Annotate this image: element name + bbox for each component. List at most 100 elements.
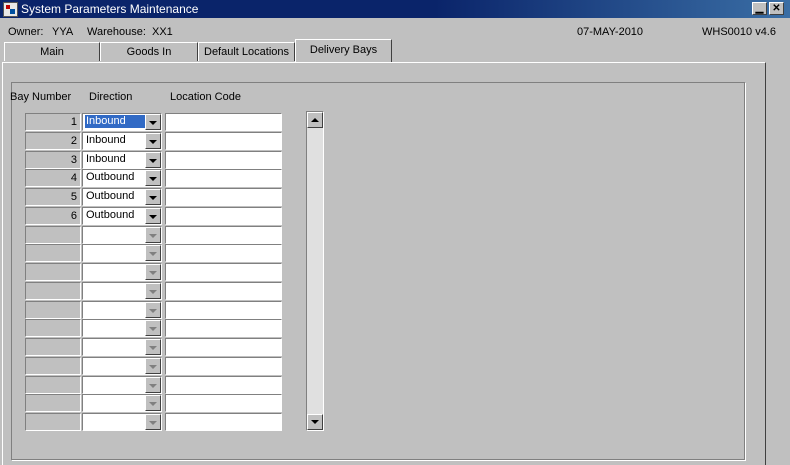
app-icon[interactable]	[3, 2, 18, 17]
chevron-down-icon[interactable]	[145, 189, 161, 205]
close-button[interactable]: ✕	[769, 2, 784, 15]
direction-select[interactable]: Inbound	[82, 113, 162, 131]
location-code-field[interactable]	[165, 338, 282, 356]
scroll-track[interactable]	[307, 128, 323, 414]
direction-select[interactable]	[82, 263, 162, 281]
table-row	[25, 282, 285, 300]
tab-goods-in[interactable]: Goods In	[100, 42, 198, 61]
tab-default-locations[interactable]: Default Locations	[198, 42, 295, 61]
vertical-scrollbar[interactable]	[306, 111, 324, 431]
location-code-field[interactable]	[165, 301, 282, 319]
direction-value	[85, 321, 87, 334]
location-code-field[interactable]	[165, 244, 282, 262]
direction-select[interactable]: Outbound	[82, 207, 162, 225]
location-code-field[interactable]	[165, 376, 282, 394]
tab-delivery-bays[interactable]: Delivery Bays	[295, 39, 392, 62]
bay-number-cell[interactable]: 3	[25, 151, 81, 169]
direction-select[interactable]	[82, 376, 162, 394]
direction-select[interactable]	[82, 319, 162, 337]
chevron-down-icon[interactable]	[145, 208, 161, 224]
chevron-down-icon[interactable]	[145, 339, 161, 355]
bay-number-cell[interactable]	[25, 319, 81, 337]
direction-select[interactable]	[82, 357, 162, 375]
window-title: System Parameters Maintenance	[21, 2, 199, 16]
direction-value	[85, 415, 87, 428]
bay-number-cell[interactable]	[25, 357, 81, 375]
direction-select[interactable]	[82, 282, 162, 300]
direction-value	[85, 265, 87, 278]
chevron-down-icon[interactable]	[145, 302, 161, 318]
location-code-field[interactable]	[165, 413, 282, 431]
location-code-field[interactable]	[165, 357, 282, 375]
chevron-down-icon[interactable]	[145, 133, 161, 149]
direction-value	[85, 228, 87, 241]
location-code-field[interactable]	[165, 113, 282, 131]
bay-number-cell[interactable]: 5	[25, 188, 81, 206]
bay-number-cell[interactable]	[25, 394, 81, 412]
direction-select[interactable]: Inbound	[82, 151, 162, 169]
direction-value	[85, 340, 87, 353]
bay-number-cell[interactable]: 4	[25, 169, 81, 187]
chevron-down-icon[interactable]	[145, 170, 161, 186]
location-code-field[interactable]	[165, 132, 282, 150]
bay-number-cell[interactable]	[25, 282, 81, 300]
bay-number-cell[interactable]	[25, 244, 81, 262]
location-code-field[interactable]	[165, 207, 282, 225]
direction-value: Outbound	[86, 171, 135, 183]
direction-value: Outbound	[86, 209, 135, 221]
bay-number-cell[interactable]	[25, 413, 81, 431]
direction-select[interactable]	[82, 226, 162, 244]
direction-select[interactable]	[82, 394, 162, 412]
chevron-down-icon[interactable]	[145, 414, 161, 430]
direction-select[interactable]	[82, 338, 162, 356]
chevron-down-icon[interactable]	[145, 320, 161, 336]
location-code-field[interactable]	[165, 282, 282, 300]
chevron-down-icon[interactable]	[145, 245, 161, 261]
chevron-down-icon[interactable]	[145, 227, 161, 243]
bay-number-cell[interactable]	[25, 301, 81, 319]
header-bay-number: Bay Number	[10, 91, 72, 103]
warehouse-label: Warehouse:	[87, 26, 146, 38]
bay-number-cell[interactable]: 2	[25, 132, 81, 150]
location-code-field[interactable]	[165, 263, 282, 281]
direction-select[interactable]: Outbound	[82, 169, 162, 187]
direction-select[interactable]	[82, 244, 162, 262]
location-code-field[interactable]	[165, 151, 282, 169]
chevron-down-icon[interactable]	[145, 358, 161, 374]
location-code-field[interactable]	[165, 319, 282, 337]
direction-value	[85, 246, 87, 259]
location-code-field[interactable]	[165, 188, 282, 206]
chevron-down-icon[interactable]	[145, 395, 161, 411]
bay-number-cell[interactable]: 1	[25, 113, 81, 131]
direction-value	[85, 303, 87, 316]
table-row	[25, 226, 285, 244]
location-code-field[interactable]	[165, 226, 282, 244]
table-row	[25, 301, 285, 319]
direction-select[interactable]: Inbound	[82, 132, 162, 150]
table-row: 5 Outbound	[25, 188, 285, 206]
bay-number-cell[interactable]: 6	[25, 207, 81, 225]
direction-select[interactable]	[82, 413, 162, 431]
location-code-field[interactable]	[165, 394, 282, 412]
direction-select[interactable]: Outbound	[82, 188, 162, 206]
bay-number-cell[interactable]	[25, 226, 81, 244]
minimize-button[interactable]: ▁	[752, 2, 767, 15]
chevron-down-icon[interactable]	[145, 377, 161, 393]
direction-select[interactable]	[82, 301, 162, 319]
bay-number-cell[interactable]	[25, 338, 81, 356]
scroll-down-arrow-icon[interactable]	[307, 414, 323, 430]
chevron-down-icon[interactable]	[145, 283, 161, 299]
table-row	[25, 357, 285, 375]
bay-number-cell[interactable]	[25, 263, 81, 281]
chevron-down-icon[interactable]	[145, 152, 161, 168]
owner-label: Owner:	[8, 26, 44, 38]
header-location-code: Location Code	[170, 91, 241, 103]
chevron-down-icon[interactable]	[145, 114, 161, 130]
table-row	[25, 319, 285, 337]
tab-main[interactable]: Main	[4, 42, 100, 61]
bay-number-cell[interactable]	[25, 376, 81, 394]
scroll-up-arrow-icon[interactable]	[307, 112, 323, 128]
warehouse-value: XX1	[152, 26, 173, 38]
chevron-down-icon[interactable]	[145, 264, 161, 280]
location-code-field[interactable]	[165, 169, 282, 187]
